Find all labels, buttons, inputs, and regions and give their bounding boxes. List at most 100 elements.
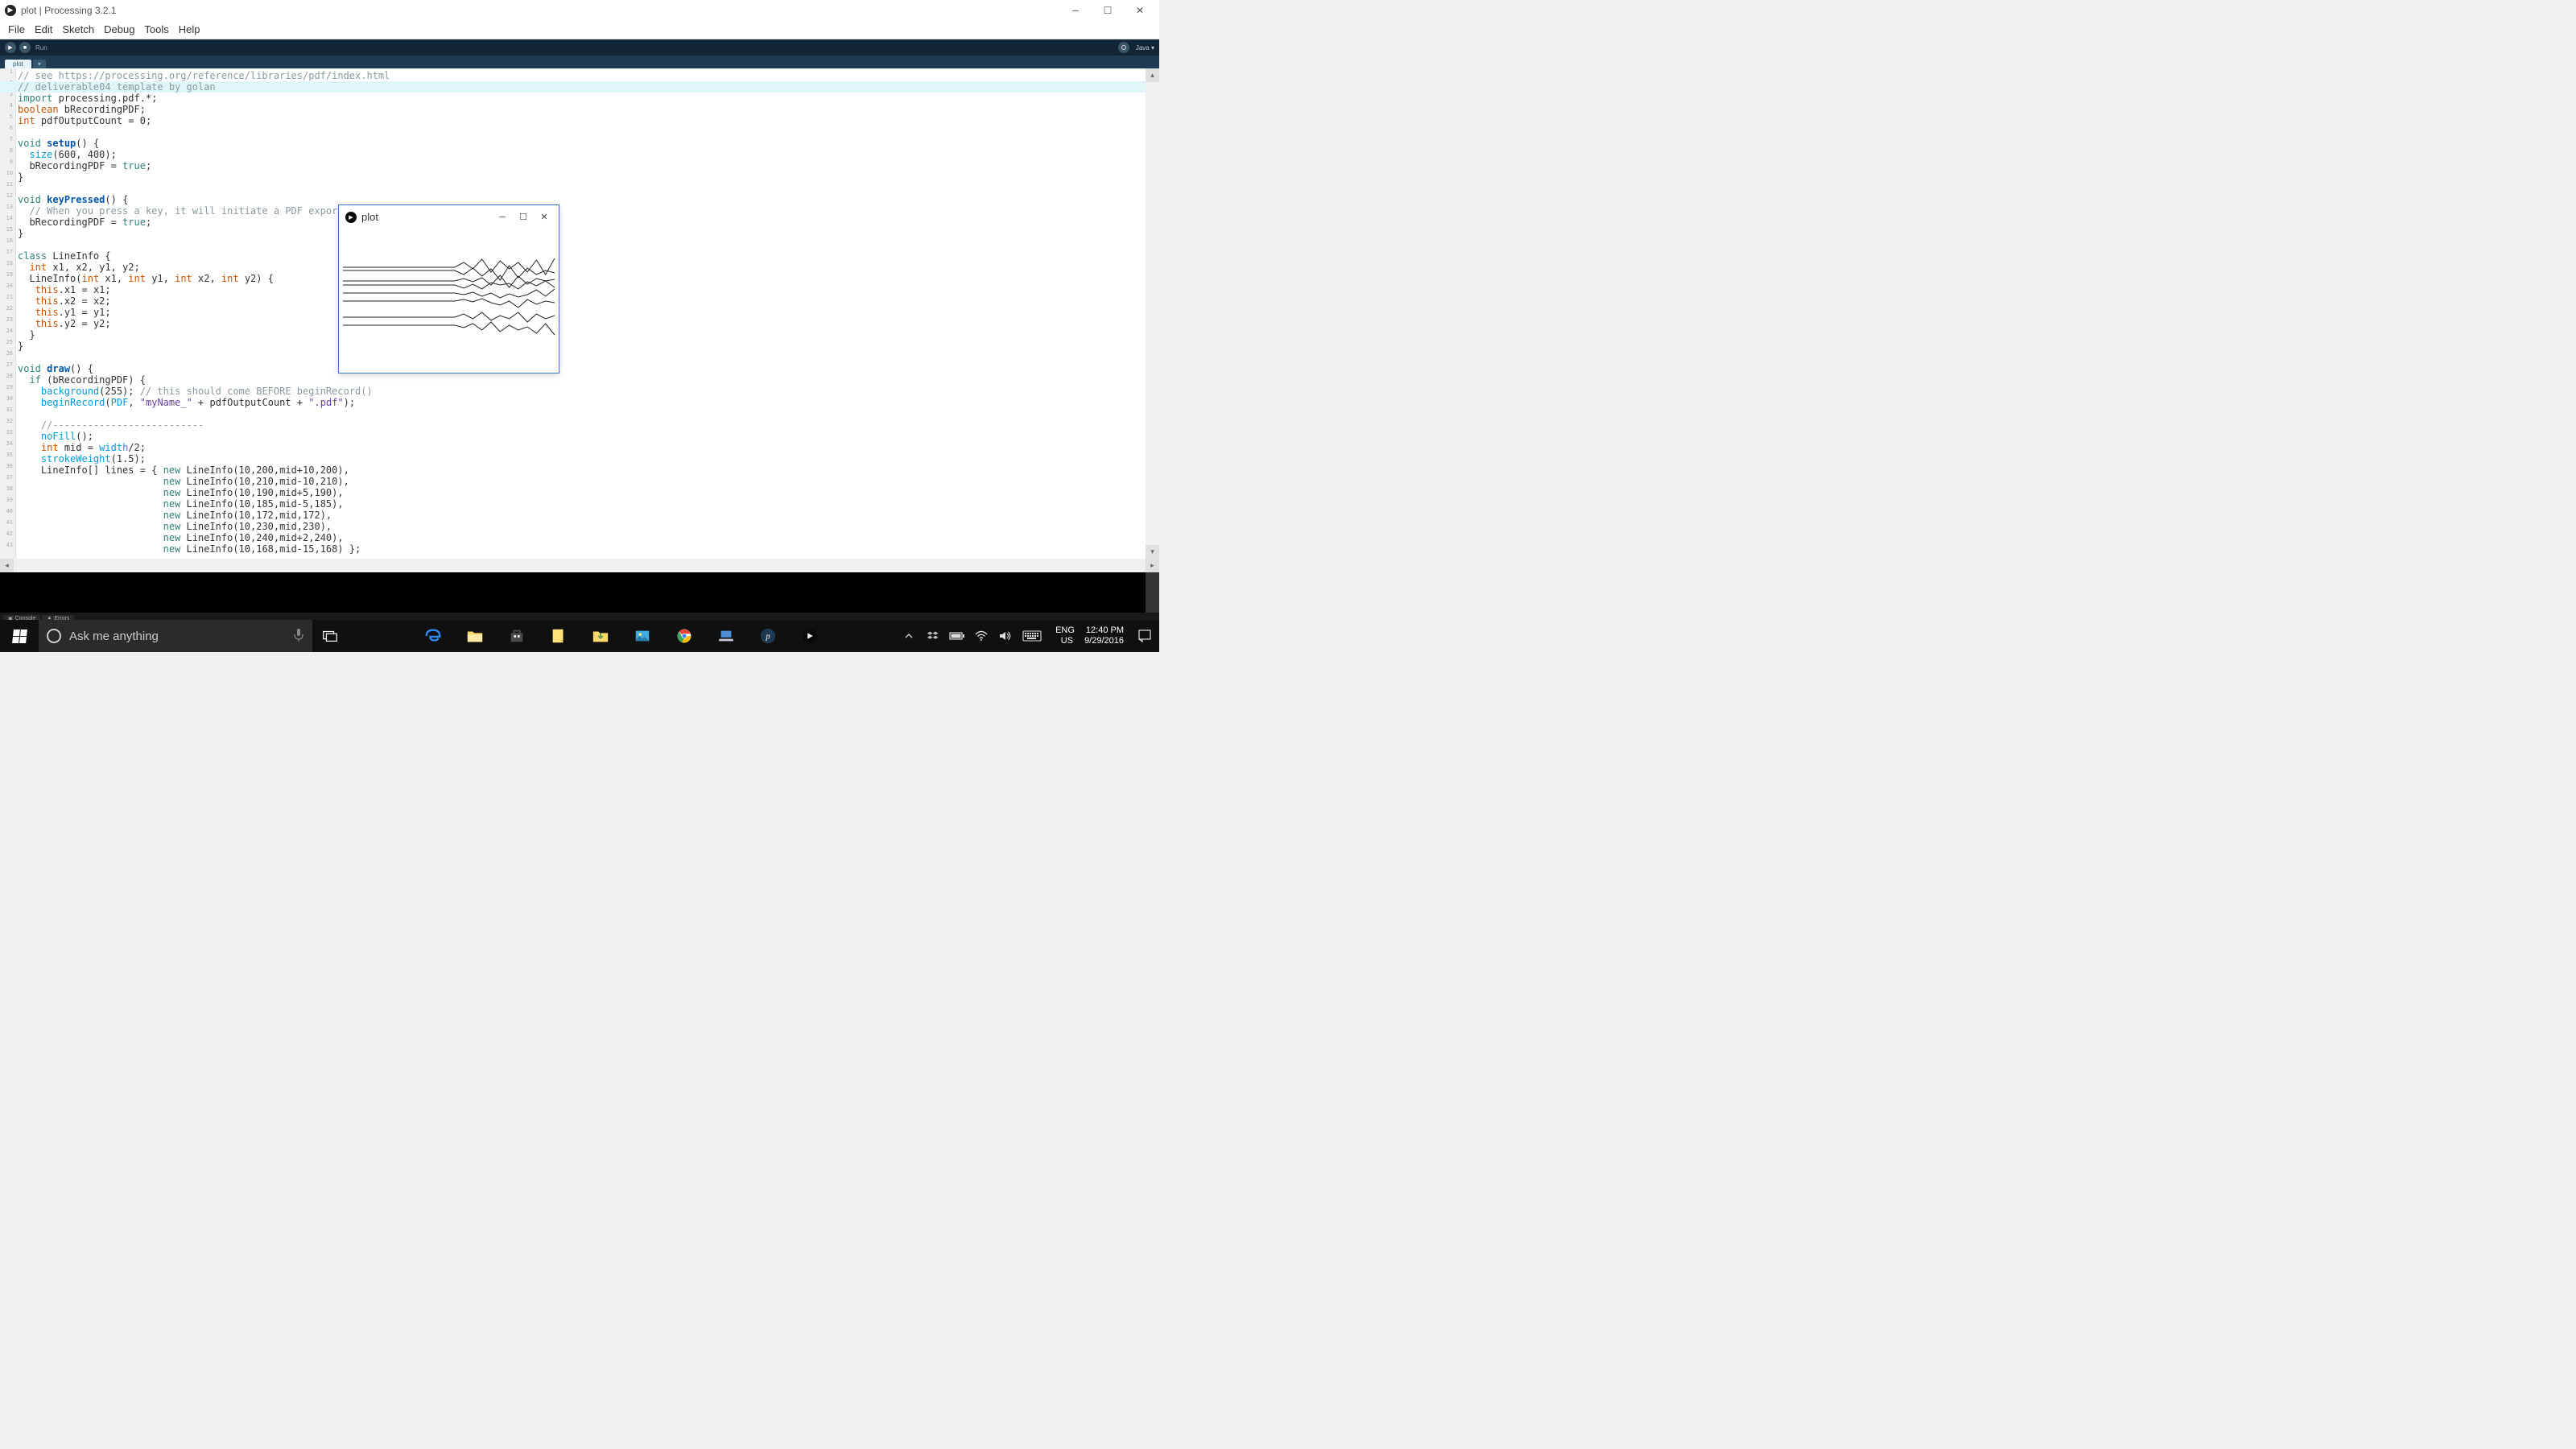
scroll-up-icon[interactable]: ▴ — [1146, 68, 1159, 82]
battery-icon[interactable] — [949, 628, 965, 644]
code-line[interactable]: new LineInfo(10,190,mid+5,190), — [18, 487, 1145, 498]
code-line[interactable]: new LineInfo(10,240,mid+2,240), — [18, 532, 1145, 543]
code-line[interactable]: this.y2 = y2; — [18, 318, 1145, 329]
code-line[interactable]: size(600, 400); — [18, 149, 1145, 160]
search-placeholder: Ask me anything — [69, 630, 159, 643]
action-center-icon[interactable] — [1130, 620, 1159, 652]
laptop-icon[interactable] — [708, 620, 744, 652]
scroll-right-icon[interactable]: ▸ — [1146, 559, 1159, 572]
wifi-icon[interactable] — [973, 628, 989, 644]
code-line[interactable] — [18, 408, 1145, 419]
code-line[interactable]: } — [18, 228, 1145, 239]
code-line[interactable]: // When you press a key, it will initiat… — [18, 205, 1145, 217]
menu-edit[interactable]: Edit — [30, 22, 57, 37]
close-button[interactable]: ✕ — [1132, 2, 1148, 19]
code-line[interactable] — [18, 352, 1145, 363]
code-line[interactable]: new LineInfo(10,172,mid,172), — [18, 510, 1145, 521]
code-line[interactable]: // deliverable04 template by golan — [0, 81, 1159, 93]
code-line[interactable]: } — [18, 171, 1145, 183]
code-line[interactable]: // see https://processing.org/reference/… — [18, 70, 1145, 81]
code-line[interactable]: class LineInfo { — [18, 250, 1145, 262]
code-line[interactable]: void draw() { — [18, 363, 1145, 374]
clock-time: 12:40 PM — [1086, 625, 1124, 636]
menu-debug[interactable]: Debug — [99, 22, 139, 37]
minimize-button[interactable]: ─ — [1067, 2, 1084, 19]
code-line[interactable]: beginRecord(PDF, "myName_" + pdfOutputCo… — [18, 397, 1145, 408]
menu-sketch[interactable]: Sketch — [57, 22, 99, 37]
mode-selector[interactable]: Java ▾ — [1136, 44, 1154, 52]
sketch-close-button[interactable]: ✕ — [536, 209, 552, 225]
run-button[interactable]: ▶ — [5, 42, 16, 53]
code-editor[interactable]: 1234567891011121314151617181920212223242… — [0, 68, 1159, 559]
code-line[interactable] — [18, 239, 1145, 250]
tab-new[interactable]: ▾ — [33, 60, 46, 68]
sketch-maximize-button[interactable]: ☐ — [515, 209, 531, 225]
code-line[interactable]: import processing.pdf.*; — [18, 93, 1145, 104]
code-line[interactable]: LineInfo(int x1, int y1, int x2, int y2)… — [18, 273, 1145, 284]
sketch-taskbar-icon[interactable] — [792, 620, 828, 652]
code-line[interactable]: new LineInfo(10,168,mid-15,168) }; — [18, 543, 1145, 555]
menu-help[interactable]: Help — [174, 22, 205, 37]
task-view-button[interactable] — [312, 620, 348, 652]
code-line[interactable]: //-------------------------- — [18, 419, 1145, 431]
code-line[interactable] — [18, 183, 1145, 194]
sketch-minimize-button[interactable]: ─ — [494, 209, 510, 225]
start-button[interactable] — [0, 620, 39, 652]
file-explorer-icon[interactable] — [457, 620, 493, 652]
code-line[interactable]: if (bRecordingPDF) { — [18, 374, 1145, 386]
code-line[interactable]: void keyPressed() { — [18, 194, 1145, 205]
code-line[interactable]: this.y1 = y1; — [18, 307, 1145, 318]
editor-vscrollbar[interactable]: ▴ ▾ — [1146, 68, 1159, 559]
code-line[interactable]: new LineInfo(10,210,mid-10,210), — [18, 476, 1145, 487]
volume-icon[interactable] — [997, 628, 1013, 644]
code-line[interactable]: this.x1 = x1; — [18, 284, 1145, 295]
code-line[interactable]: LineInfo[] lines = { new LineInfo(10,200… — [18, 464, 1145, 476]
sketch-output-window[interactable]: ▶ plot ─ ☐ ✕ — [338, 204, 559, 374]
taskbar-clock[interactable]: ENG12:40 PM US9/29/2016 — [1049, 625, 1130, 646]
code-line[interactable]: int mid = width/2; — [18, 442, 1145, 453]
editor-hscrollbar[interactable]: ◂ ▸ — [0, 559, 1159, 572]
stop-button[interactable]: ■ — [19, 42, 31, 53]
code-line[interactable]: boolean bRecordingPDF; — [18, 104, 1145, 115]
tray-expand-icon[interactable] — [901, 628, 917, 644]
downloads-folder-icon[interactable] — [583, 620, 618, 652]
store-icon[interactable] — [499, 620, 535, 652]
code-line[interactable]: strokeWeight(1.5); — [18, 453, 1145, 464]
scroll-down-icon[interactable]: ▾ — [1146, 545, 1159, 559]
code-line[interactable]: noFill(); — [18, 431, 1145, 442]
code-line[interactable]: void setup() { — [18, 138, 1145, 149]
dropbox-icon[interactable] — [925, 628, 941, 644]
processing-taskbar-icon[interactable]: p — [750, 620, 786, 652]
code-line[interactable]: bRecordingPDF = true; — [18, 217, 1145, 228]
code-line[interactable]: new LineInfo(10,185,mid-5,185), — [18, 498, 1145, 510]
toolbar: ▶ ■ Run Java ▾ — [0, 39, 1159, 56]
tab-plot[interactable]: plot — [5, 60, 31, 68]
code-line[interactable]: } — [18, 329, 1145, 341]
photos-icon[interactable] — [625, 620, 660, 652]
keyboard-icon[interactable] — [1022, 628, 1042, 644]
menu-file[interactable]: File — [3, 22, 30, 37]
sticky-notes-icon[interactable] — [541, 620, 576, 652]
code-line[interactable]: } — [18, 341, 1145, 352]
code-line[interactable]: int pdfOutputCount = 0; — [18, 115, 1145, 126]
code-line[interactable]: this.x2 = x2; — [18, 295, 1145, 307]
sketch-window-title: plot — [361, 211, 489, 223]
menu-tools[interactable]: Tools — [139, 22, 173, 37]
edge-icon[interactable] — [415, 620, 451, 652]
code-line[interactable]: background(255); // this should come BEF… — [18, 386, 1145, 397]
console-vscrollbar[interactable] — [1146, 572, 1159, 613]
chrome-icon[interactable] — [667, 620, 702, 652]
debug-icon[interactable] — [1118, 42, 1129, 53]
code-line[interactable]: int x1, x2, y1, y2; — [18, 262, 1145, 273]
code-line[interactable]: bRecordingPDF = true; — [18, 160, 1145, 171]
code-line[interactable] — [18, 126, 1145, 138]
sketch-titlebar[interactable]: ▶ plot ─ ☐ ✕ — [339, 205, 559, 229]
scroll-left-icon[interactable]: ◂ — [0, 559, 14, 572]
sketch-tabbar: plot ▾ — [0, 56, 1159, 68]
maximize-button[interactable]: ☐ — [1100, 2, 1116, 19]
code-content[interactable]: // see https://processing.org/reference/… — [18, 68, 1145, 559]
menu-bar: FileEditSketchDebugToolsHelp — [0, 20, 1159, 39]
cortana-search[interactable]: Ask me anything — [39, 620, 312, 652]
mic-icon[interactable] — [293, 628, 304, 645]
code-line[interactable]: new LineInfo(10,230,mid,230), — [18, 521, 1145, 532]
